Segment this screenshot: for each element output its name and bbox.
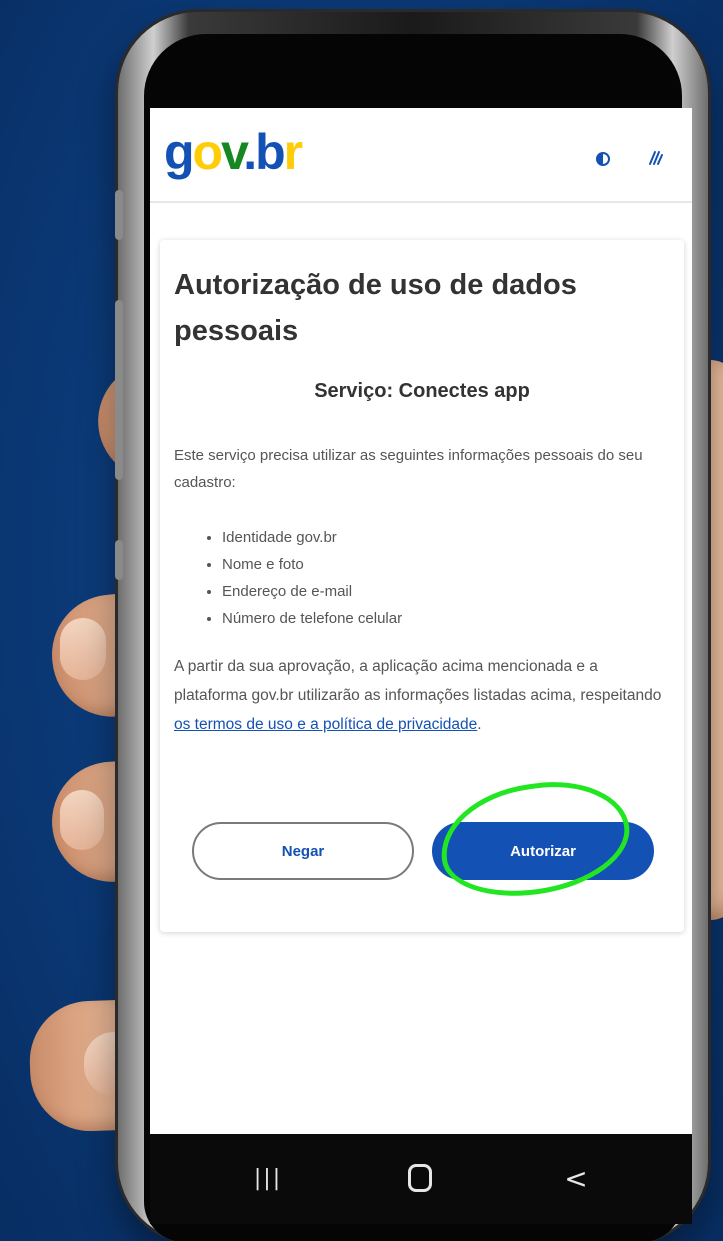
list-item: Nome e foto (222, 551, 402, 578)
list-item: Número de telefone celular (222, 605, 402, 632)
list-item: Endereço de e-mail (222, 578, 402, 605)
govbr-logo[interactable]: gov.br (164, 122, 303, 182)
app-header: gov.br (150, 108, 692, 203)
contrast-icon[interactable] (596, 152, 610, 166)
approval-text-body: A partir da sua aprovação, a aplicação a… (174, 658, 662, 704)
fingernail-2 (60, 618, 106, 680)
approval-text: A partir da sua aprovação, a aplicação a… (174, 652, 674, 739)
info-list: Identidade gov.br Nome e foto Endereço d… (204, 524, 402, 632)
phone-side-button-1 (115, 190, 123, 240)
consent-card: Autorização de uso de dados pessoais Ser… (160, 240, 684, 932)
terms-link[interactable]: os termos de uso e a política de privaci… (174, 716, 477, 733)
home-icon (408, 1164, 432, 1192)
deny-button[interactable]: Negar (192, 822, 414, 880)
phone-side-button-2 (115, 300, 123, 480)
home-button[interactable] (390, 1156, 450, 1200)
service-name: Serviço: Conectes app (314, 380, 530, 402)
list-item: Identidade gov.br (222, 524, 402, 551)
authorize-button[interactable]: Autorizar (432, 822, 654, 880)
vlibras-hands-icon[interactable] (646, 148, 666, 168)
intro-text: Este serviço precisa utilizar as seguint… (174, 447, 643, 491)
phone-side-button-3 (115, 540, 123, 580)
fingernail-3 (60, 790, 104, 850)
page-title: Autorização de uso de dados pessoais (174, 269, 577, 347)
android-navbar: ||| < (150, 1134, 692, 1224)
recents-button[interactable]: ||| (238, 1156, 298, 1200)
approval-text-end: . (477, 716, 482, 733)
stage: gov.br Autorização de uso de dados pesso… (0, 0, 723, 1241)
back-button[interactable]: < (546, 1156, 606, 1200)
phone-screen: gov.br Autorização de uso de dados pesso… (150, 108, 692, 1134)
